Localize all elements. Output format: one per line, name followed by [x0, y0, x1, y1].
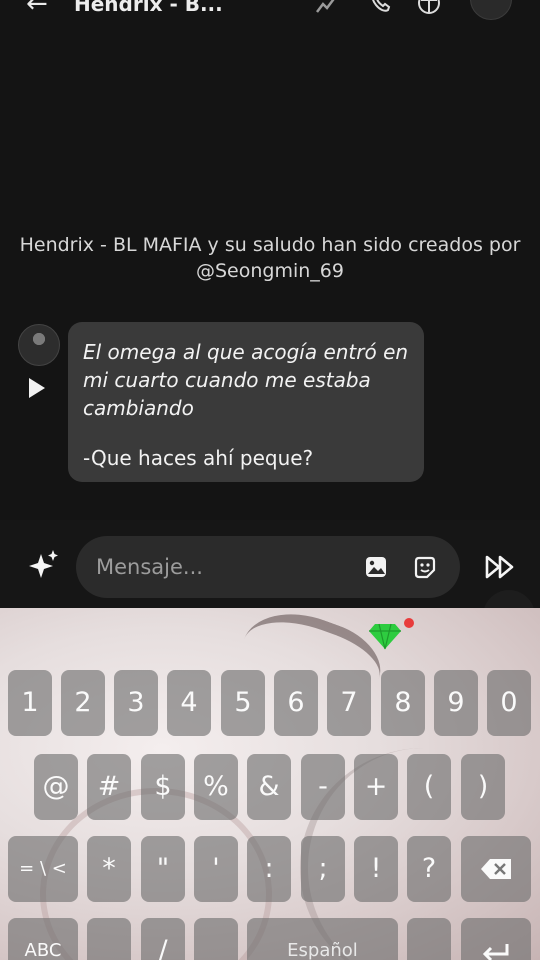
key-3[interactable]: 3 [114, 670, 158, 736]
key-emoji[interactable] [87, 918, 131, 960]
key-period[interactable] [407, 918, 451, 960]
notification-dot [404, 618, 414, 628]
key-question[interactable]: ? [407, 836, 451, 902]
key-single-quote[interactable]: ' [194, 836, 238, 902]
key-slash[interactable]: / [141, 918, 185, 960]
key-7[interactable]: 7 [327, 670, 371, 736]
key-dollar[interactable]: $ [141, 754, 185, 820]
key-semicolon[interactable]: ; [301, 836, 345, 902]
key-asterisk[interactable]: * [87, 836, 131, 902]
message-placeholder: Mensaje... [96, 555, 203, 579]
key-close-paren[interactable]: ) [461, 754, 505, 820]
key-4[interactable]: 4 [167, 670, 211, 736]
spacebar[interactable]: Español [247, 918, 398, 960]
key-abc[interactable]: ABC [8, 918, 78, 960]
key-8[interactable]: 8 [381, 670, 425, 736]
bot-avatar[interactable] [18, 324, 60, 366]
fast-forward-icon[interactable] [484, 554, 516, 580]
chat-title[interactable]: Hendrix - B... [74, 0, 223, 22]
key-ampersand[interactable]: & [247, 754, 291, 820]
key-comma[interactable] [194, 918, 238, 960]
image-icon[interactable] [364, 555, 388, 579]
chat-header: ← Hendrix - B... [0, 0, 540, 22]
chart-icon[interactable] [314, 0, 340, 16]
globe-icon[interactable] [416, 0, 442, 16]
key-0[interactable]: 0 [487, 670, 531, 736]
message-input[interactable]: Mensaje... [76, 536, 460, 598]
key-double-quote[interactable]: " [141, 836, 185, 902]
chat-screen: ← Hendrix - B... Hendrix - BL MAFIA y su… [0, 0, 540, 608]
creator-note: Hendrix - BL MAFIA y su saludo han sido … [10, 232, 530, 284]
creator-username[interactable]: @Seongmin_69 [10, 258, 530, 284]
key-9[interactable]: 9 [434, 670, 478, 736]
message-italic-text: El omega al que acogía entró en mi cuart… [83, 340, 409, 420]
sticker-icon[interactable] [412, 555, 438, 581]
key-exclamation[interactable]: ! [354, 836, 398, 902]
key-5[interactable]: 5 [221, 670, 265, 736]
phone-icon[interactable] [368, 0, 394, 16]
key-at[interactable]: @ [34, 754, 78, 820]
key-6[interactable]: 6 [274, 670, 318, 736]
header-avatar[interactable] [470, 0, 512, 20]
back-arrow-icon[interactable]: ← [26, 0, 48, 22]
key-percent[interactable]: % [194, 754, 238, 820]
creator-note-line: Hendrix - BL MAFIA y su saludo han sido … [19, 234, 521, 256]
message-plain-text: -Que haces ahí peque? [83, 446, 314, 470]
key-2[interactable]: 2 [61, 670, 105, 736]
keyboard: 1 2 3 4 5 6 7 8 9 0 @ # $ % & - + ( ) = … [0, 608, 540, 960]
key-more-symbols[interactable]: = \ < [8, 836, 78, 902]
sparkle-icon[interactable] [26, 548, 60, 582]
key-minus[interactable]: - [301, 754, 345, 820]
key-1[interactable]: 1 [8, 670, 52, 736]
key-plus[interactable]: + [354, 754, 398, 820]
play-icon[interactable] [26, 376, 48, 400]
backspace-key[interactable] [461, 836, 531, 902]
key-colon[interactable]: : [247, 836, 291, 902]
message-bubble[interactable]: El omega al que acogía entró en mi cuart… [68, 322, 424, 482]
gem-icon[interactable] [368, 622, 402, 650]
key-open-paren[interactable]: ( [407, 754, 451, 820]
enter-key[interactable] [461, 918, 531, 960]
key-hash[interactable]: # [87, 754, 131, 820]
